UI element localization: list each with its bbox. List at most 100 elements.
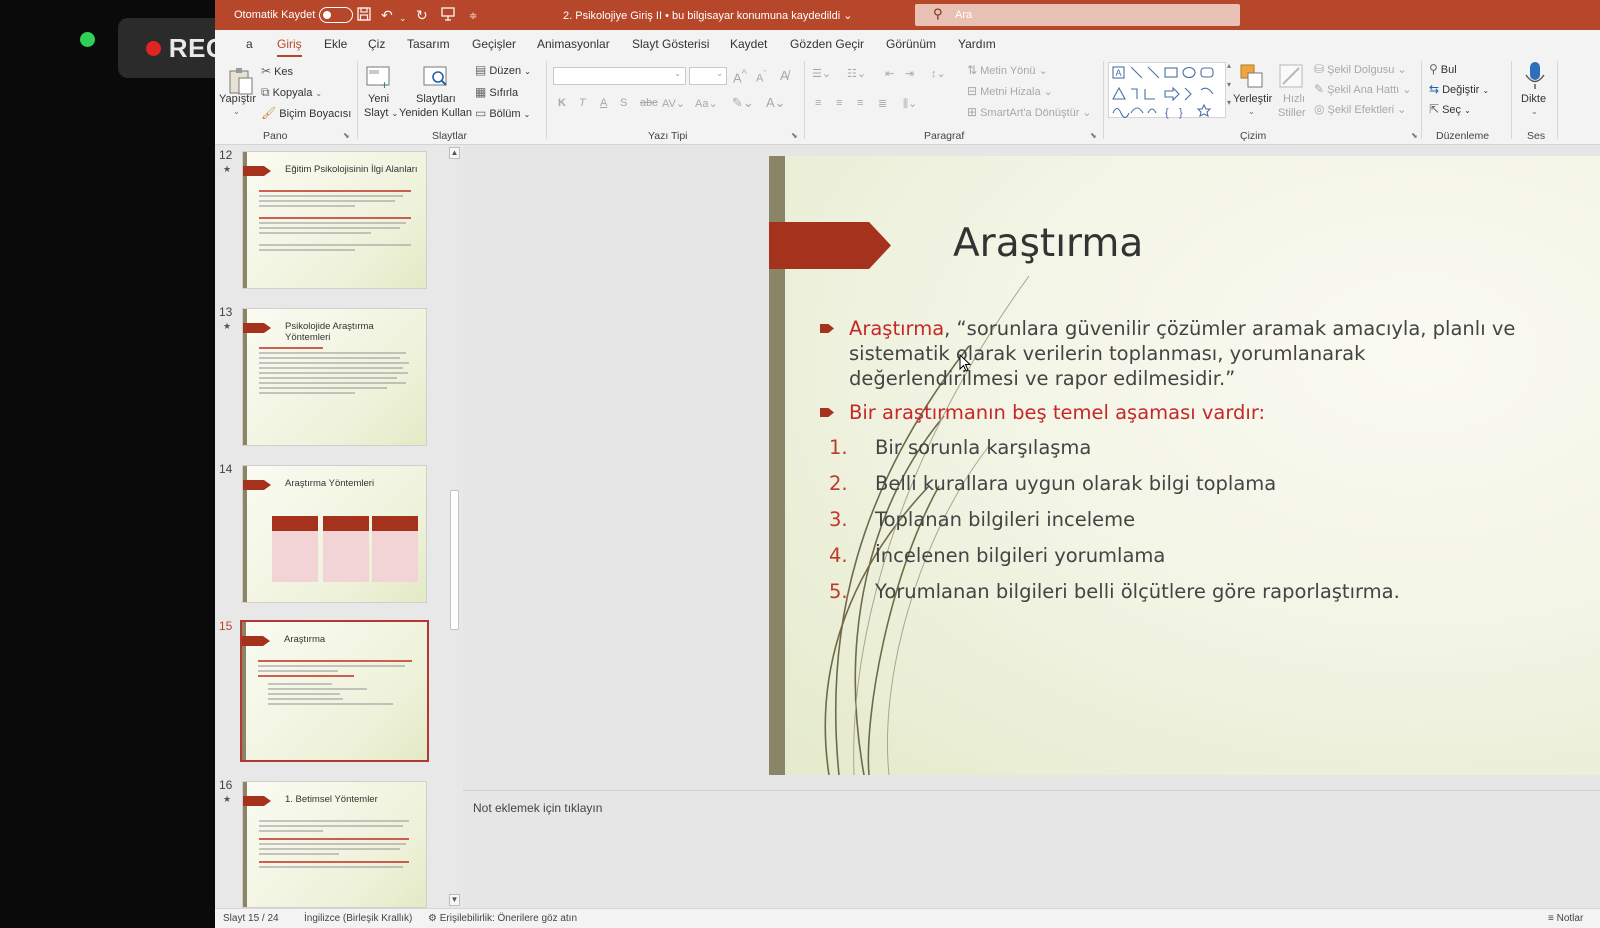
underline-icon[interactable]: A: [600, 97, 607, 109]
customize-toolbar-icon[interactable]: ≑: [469, 8, 477, 26]
cut-button[interactable]: ✂ Kes: [261, 64, 293, 78]
paste-button[interactable]: Yapıştır: [219, 93, 256, 105]
find-button[interactable]: ⚲ Bul: [1429, 62, 1457, 76]
quick-styles-label-1[interactable]: Hızlı: [1283, 93, 1305, 105]
copy-button[interactable]: ⧉ Kopyala ⌄: [261, 85, 325, 100]
layout-button[interactable]: ▤ Düzen ⌄: [475, 63, 531, 77]
notes-pane[interactable]: Not eklemek için tıklayın: [463, 790, 1600, 908]
tab-giris[interactable]: Giriş: [277, 37, 302, 57]
undo-icon[interactable]: ↶: [381, 6, 393, 24]
align-right-icon[interactable]: ≡: [857, 97, 863, 109]
bullets-icon[interactable]: ☰⌄: [812, 67, 831, 80]
font-size-combo[interactable]: ⌄: [689, 67, 727, 85]
undo-dropdown-icon[interactable]: ⌄: [399, 9, 407, 27]
font-color-icon[interactable]: A⌄: [766, 95, 786, 111]
tab-gorunum[interactable]: Görünüm: [886, 37, 936, 51]
tab-ekle[interactable]: Ekle: [324, 37, 347, 51]
font-launcher-icon[interactable]: ⬊: [791, 131, 798, 140]
step-text[interactable]: Toplanan bilgileri inceleme: [875, 508, 1135, 531]
grow-font-icon[interactable]: A^: [733, 68, 747, 85]
reuse-slides-icon[interactable]: [422, 63, 452, 93]
new-slide-icon[interactable]: +: [365, 63, 395, 93]
replace-button[interactable]: ⇆ Değiştir ⌄: [1429, 82, 1489, 96]
scroll-down-icon[interactable]: ▼: [449, 894, 460, 906]
quick-styles-icon[interactable]: [1277, 62, 1307, 92]
scroll-up-icon[interactable]: ▲: [449, 147, 460, 159]
slide-thumbnail-13[interactable]: Psikolojide Araştırma Yöntemleri: [242, 308, 427, 446]
tab-kaydet[interactable]: Kaydet: [730, 37, 767, 51]
current-slide[interactable]: Araştırma Araştırma, “sorunlara güvenili…: [769, 156, 1600, 775]
redo-icon[interactable]: ↻: [416, 6, 428, 24]
columns-icon[interactable]: ⫼⌄: [903, 97, 917, 111]
change-case-icon[interactable]: Aa⌄: [695, 97, 718, 110]
shape-outline-button[interactable]: ✎ Şekil Ana Hattı ⌄: [1314, 82, 1412, 96]
quick-styles-label-2[interactable]: Stiller: [1278, 107, 1306, 119]
microphone-icon[interactable]: [1522, 60, 1552, 90]
paste-dropdown-icon[interactable]: ⌄: [233, 107, 240, 116]
tab-gecisler[interactable]: Geçişler: [472, 37, 516, 51]
tab-tasarim[interactable]: Tasarım: [407, 37, 450, 51]
shape-fill-button[interactable]: ⛁ Şekil Dolgusu ⌄: [1314, 62, 1407, 76]
slide-bullet-stages[interactable]: Bir araştırmanın beş temel aşaması vardı…: [849, 400, 1265, 425]
tab-yardim[interactable]: Yardım: [958, 37, 996, 51]
autosave-toggle[interactable]: [319, 7, 353, 23]
italic-icon[interactable]: T: [579, 97, 586, 109]
dictate-dropdown-icon[interactable]: ⌄: [1531, 107, 1538, 116]
slide-thumbnail-12[interactable]: Eğitim Psikolojisinin İlgi Alanları: [242, 151, 427, 289]
step-text[interactable]: Yorumlanan bilgileri belli ölçütlere gör…: [875, 580, 1400, 603]
bold-icon[interactable]: K: [558, 97, 566, 109]
notes-placeholder[interactable]: Not eklemek için tıklayın: [473, 801, 602, 815]
language-indicator[interactable]: İngilizce (Birleşik Krallık): [304, 913, 412, 924]
presentation-start-icon[interactable]: [441, 6, 455, 26]
format-painter-button[interactable]: 🖌 Biçim Boyacısı: [261, 106, 351, 120]
dictate-button[interactable]: Dikte: [1521, 93, 1546, 105]
step-text[interactable]: İncelenen bilgileri yorumlama: [875, 544, 1165, 567]
shapes-gallery[interactable]: A {}: [1108, 62, 1226, 119]
document-title[interactable]: 2. Psikolojiye Giriş II • bu bilgisayar …: [563, 9, 852, 22]
tab-dosya[interactable]: a: [246, 37, 253, 51]
char-spacing-icon[interactable]: AV⌄: [662, 97, 685, 110]
line-spacing-icon[interactable]: ↕⌄: [931, 67, 946, 80]
save-icon[interactable]: [356, 6, 372, 26]
tab-ciz[interactable]: Çiz: [368, 37, 385, 51]
decrease-indent-icon[interactable]: ⇤: [885, 67, 894, 80]
shadow-icon[interactable]: S: [620, 97, 627, 109]
reuse-slides-label-2[interactable]: Yeniden Kullan: [399, 107, 472, 119]
drawing-launcher-icon[interactable]: ⬊: [1411, 131, 1418, 140]
gallery-more-icon[interactable]: ▾: [1227, 98, 1231, 107]
step-text[interactable]: Belli kurallara uygun olarak bilgi topla…: [875, 472, 1276, 495]
reuse-slides-label-1[interactable]: Slaytları: [416, 93, 456, 105]
arrange-button[interactable]: Yerleştir: [1233, 93, 1272, 105]
align-center-icon[interactable]: ≡: [836, 97, 842, 109]
align-text-button[interactable]: ⊟ Metni Hizala ⌄: [967, 84, 1053, 98]
new-slide-label-1[interactable]: Yeni: [368, 93, 389, 105]
clear-format-icon[interactable]: A̸: [780, 68, 789, 83]
section-button[interactable]: ▭ Bölüm ⌄: [475, 106, 530, 120]
select-button[interactable]: ⇱ Seç ⌄: [1429, 102, 1471, 116]
tab-animasyonlar[interactable]: Animasyonlar: [537, 37, 610, 51]
thumbnail-scroll-thumb[interactable]: [450, 490, 459, 630]
align-left-icon[interactable]: ≡: [815, 97, 821, 109]
pano-launcher-icon[interactable]: ⬊: [343, 131, 350, 140]
font-name-combo[interactable]: ⌄: [553, 67, 686, 85]
numbering-icon[interactable]: ☷⌄: [847, 67, 866, 80]
paragraph-launcher-icon[interactable]: ⬊: [1090, 131, 1097, 140]
new-slide-button[interactable]: Slayt ⌄: [364, 107, 398, 119]
notes-toggle-button[interactable]: ≡ Notlar: [1548, 913, 1583, 924]
accessibility-checker[interactable]: ⚙ Erişilebilirlik: Önerilere göz atın: [428, 913, 577, 924]
slide-title[interactable]: Araştırma: [953, 221, 1143, 266]
justify-icon[interactable]: ≣: [878, 97, 887, 110]
arrange-icon[interactable]: [1237, 62, 1267, 92]
shape-effects-button[interactable]: ◎ Şekil Efektleri ⌄: [1314, 102, 1406, 116]
search-input[interactable]: [955, 7, 1225, 23]
tab-gozden-gecir[interactable]: Gözden Geçir: [790, 37, 864, 51]
gallery-up-icon[interactable]: ▴: [1227, 61, 1231, 70]
slide-thumbnail-15[interactable]: Araştırma: [240, 620, 429, 762]
slide-thumbnail-14[interactable]: Araştırma Yöntemleri: [242, 465, 427, 603]
tab-slayt-gosterisi[interactable]: Slayt Gösterisi: [632, 37, 709, 51]
gallery-down-icon[interactable]: ▾: [1227, 80, 1231, 89]
shrink-font-icon[interactable]: Aˇ: [756, 69, 766, 85]
arrange-dropdown-icon[interactable]: ⌄: [1248, 107, 1255, 116]
slide-thumbnail-16[interactable]: 1. Betimsel Yöntemler: [242, 781, 427, 908]
search-box[interactable]: ⚲: [915, 4, 1240, 26]
